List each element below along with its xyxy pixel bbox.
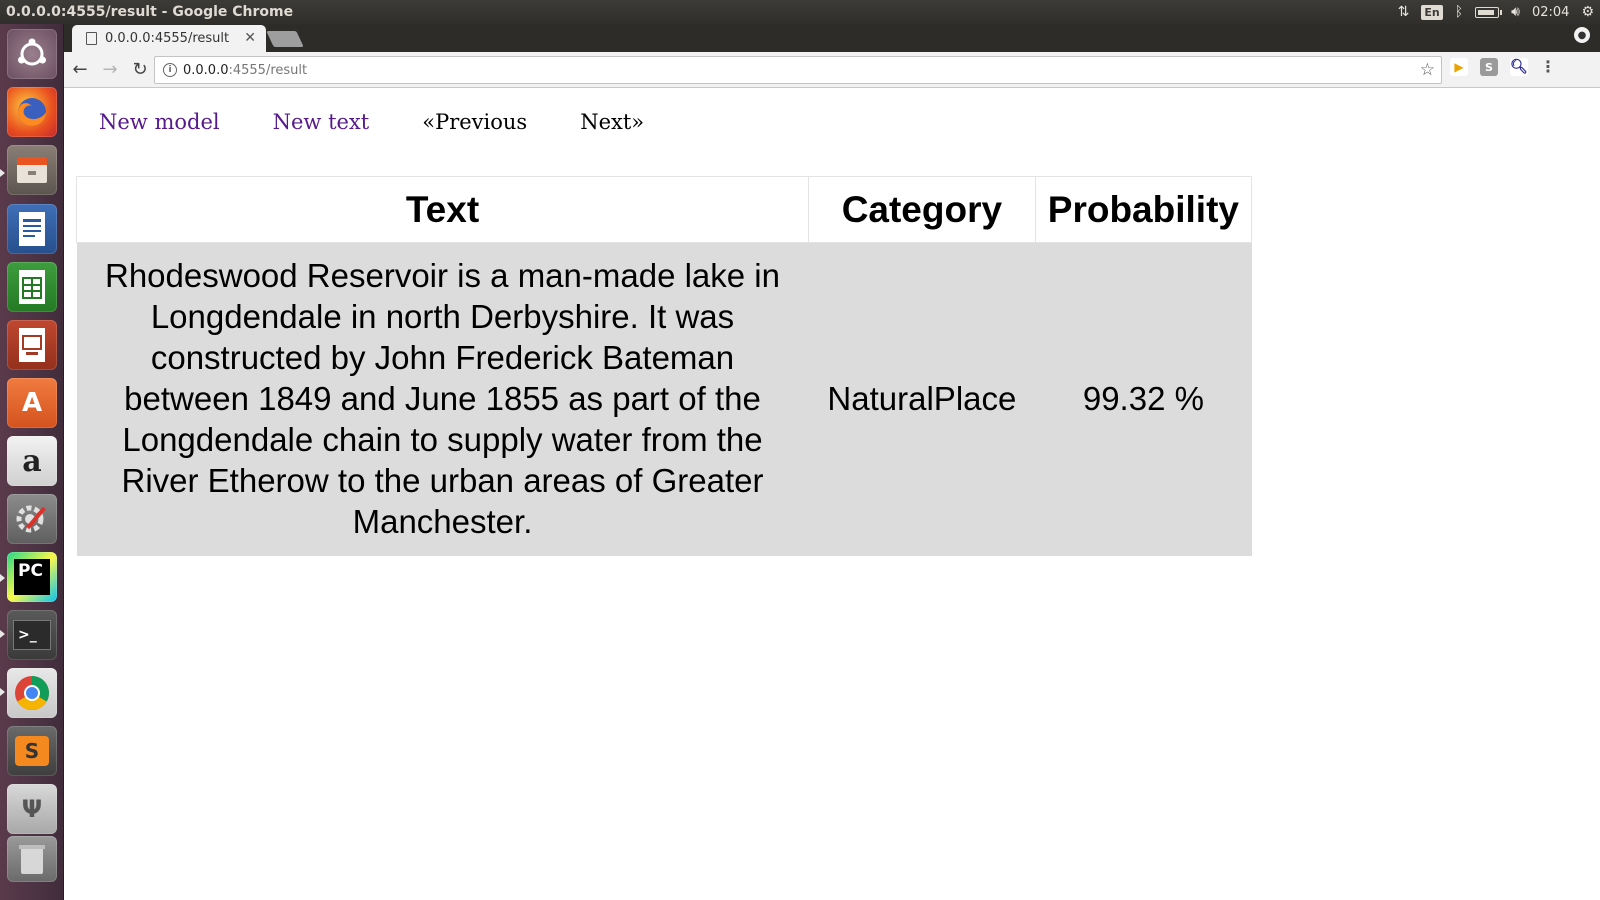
tab-strip: 0.0.0.0:4555/result ✕ ● — [64, 24, 1600, 52]
running-indicator — [0, 688, 5, 696]
profile-icon[interactable]: ● — [1574, 27, 1590, 43]
battery-icon[interactable] — [1475, 6, 1503, 18]
bluetooth-icon[interactable]: ᛒ — [1455, 4, 1463, 20]
url-host: 0.0.0.0 — [183, 62, 229, 78]
new-model-link[interactable]: New model — [99, 110, 220, 134]
header-category: Category — [808, 176, 1036, 243]
address-bar[interactable]: i 0.0.0.0:4555/result ☆ — [154, 56, 1442, 84]
bookmark-star-icon[interactable]: ☆ — [1420, 60, 1435, 80]
previous-link[interactable]: «Previous — [422, 110, 527, 134]
firefox-icon[interactable] — [7, 87, 57, 137]
next-link[interactable]: Next» — [580, 110, 644, 134]
libreoffice-impress-icon[interactable] — [7, 320, 57, 370]
reload-button[interactable]: ↻ — [126, 56, 154, 84]
extension-play-icon[interactable]: ▶ — [1450, 58, 1468, 76]
terminal-icon[interactable]: >_ — [7, 610, 57, 660]
url-path: :4555/result — [228, 62, 308, 78]
volume-icon[interactable]: 🔊︎ — [1511, 4, 1520, 20]
forward-button[interactable]: → — [96, 56, 124, 84]
pycharm-icon[interactable]: PC — [7, 552, 57, 602]
page-nav: New model New text «Previous Next» — [99, 110, 697, 134]
running-indicator — [0, 169, 5, 177]
running-indicator — [0, 574, 5, 582]
tab-title: 0.0.0.0:4555/result — [105, 31, 230, 46]
page-content: New model New text «Previous Next» Text … — [64, 88, 1600, 900]
table-header-row: Text Category Probability — [76, 176, 1253, 243]
keyboard-layout-icon[interactable]: En — [1421, 4, 1443, 20]
software-center-icon[interactable]: A — [7, 378, 57, 428]
network-transfer-icon[interactable]: ⇅ — [1398, 4, 1410, 20]
new-tab-button[interactable] — [266, 31, 304, 47]
cell-category: NaturalPlace — [808, 242, 1036, 556]
chrome-menu-icon[interactable]: ⋮ — [1540, 59, 1556, 75]
libreoffice-calc-icon[interactable] — [7, 262, 57, 312]
cell-text: Rhodeswood Reservoir is a man-made lake … — [76, 242, 809, 556]
extension-s-icon[interactable]: S — [1480, 58, 1498, 76]
extension-magnifier-icon[interactable]: 🔍︎ — [1510, 58, 1528, 76]
sublime-text-icon[interactable]: S — [7, 726, 57, 776]
close-icon[interactable]: ✕ — [244, 29, 256, 47]
window-title: 0.0.0.0:4555/result - Google Chrome — [6, 4, 294, 20]
usb-drive-icon[interactable]: Ψ — [7, 784, 57, 834]
files-icon[interactable] — [7, 145, 57, 195]
trash-icon[interactable] — [7, 836, 57, 882]
result-table: Text Category Probability Rhodeswood Res… — [76, 176, 1253, 556]
amazon-icon[interactable]: a — [7, 436, 57, 486]
info-icon[interactable]: i — [163, 63, 177, 77]
header-probability: Probability — [1034, 176, 1253, 243]
cell-probability: 99.32 % — [1035, 242, 1252, 556]
extensions-area: ▶ S 🔍︎ ⋮ — [1450, 58, 1556, 76]
top-panel: 0.0.0.0:4555/result - Google Chrome ⇅ En… — [0, 0, 1600, 24]
header-text: Text — [76, 176, 809, 243]
clock[interactable]: 02:04 — [1532, 5, 1569, 20]
launcher: A a PC >_ S Ψ — [0, 24, 64, 900]
page-icon — [86, 32, 97, 45]
browser-toolbar: ← → ↻ i 0.0.0.0:4555/result ☆ ▶ S 🔍︎ ⋮ — [64, 52, 1600, 88]
indicator-area: ⇅ En ᛒ 🔊︎ 02:04 ⚙ — [1398, 0, 1594, 24]
libreoffice-writer-icon[interactable] — [7, 204, 57, 254]
ubuntu-dash-icon[interactable] — [7, 29, 57, 79]
back-button[interactable]: ← — [66, 56, 94, 84]
chrome-icon[interactable] — [7, 668, 57, 718]
system-settings-icon[interactable] — [7, 494, 57, 544]
running-indicator — [0, 630, 5, 638]
tab-result[interactable]: 0.0.0.0:4555/result ✕ — [72, 25, 266, 52]
new-text-link[interactable]: New text — [273, 110, 370, 134]
browser-window: 0.0.0.0:4555/result ✕ ● ← → ↻ i 0.0.0.0:… — [64, 24, 1600, 900]
session-gear-icon[interactable]: ⚙ — [1581, 4, 1594, 20]
table-row: Rhodeswood Reservoir is a man-made lake … — [76, 242, 1252, 556]
